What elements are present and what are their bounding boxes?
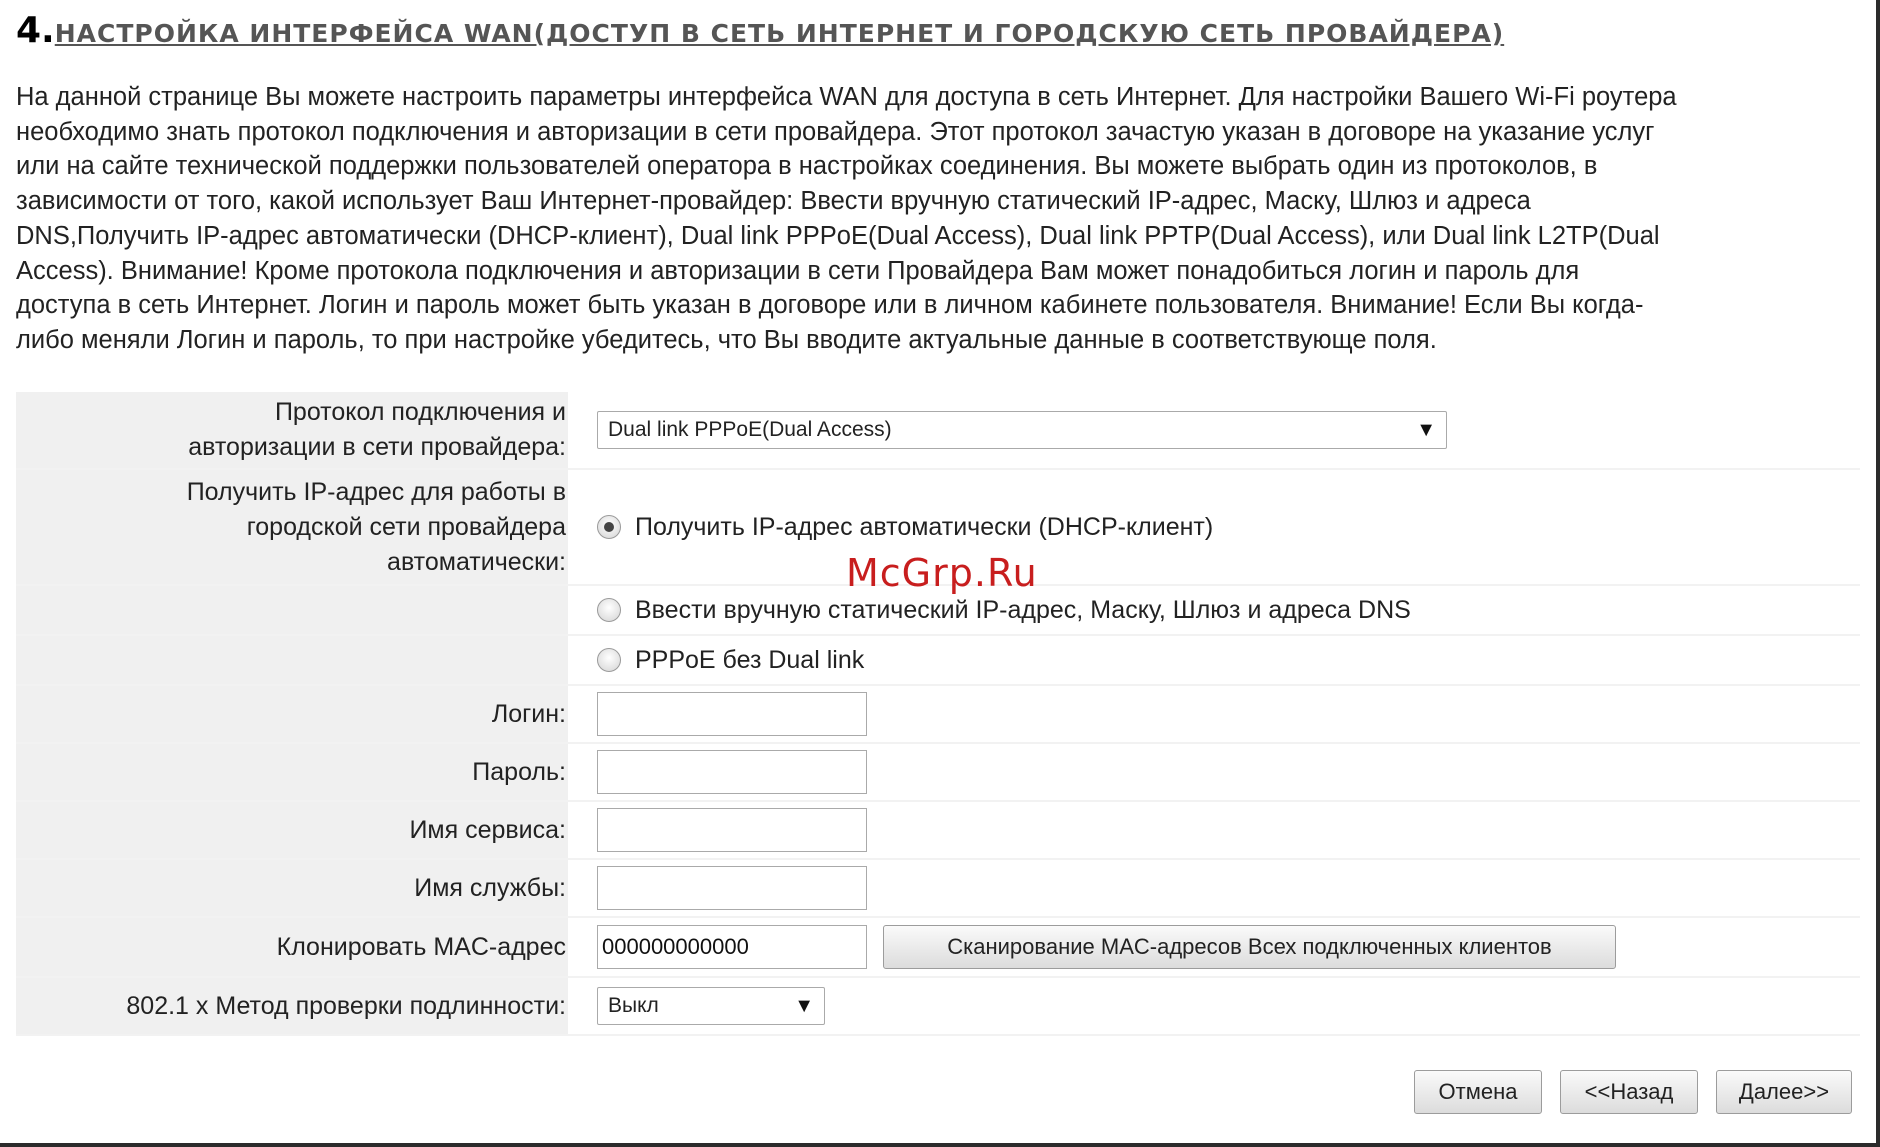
- back-button[interactable]: <<Назад: [1560, 1070, 1698, 1114]
- ip-mode-label-line: автоматически:: [387, 547, 566, 576]
- login-value-cell: [568, 686, 1860, 742]
- description-line: или на сайте технической поддержки польз…: [16, 152, 1598, 181]
- step-title: НАСТРОЙКА ИНТЕРФЕЙСА WAN(ДОСТУП В СЕТЬ И…: [54, 19, 1505, 48]
- mac-clone-value-cell: 000000000000 Сканирование MAC-адресов Вс…: [568, 918, 1860, 976]
- radio-pppoe-label: PPPoE без Dual link: [635, 645, 865, 674]
- auth-8021x-label: 802.1 x Метод проверки подлинности:: [16, 978, 568, 1034]
- protocol-select[interactable]: Dual link PPPoE(Dual Access) ▼: [597, 411, 1447, 449]
- description: На данной странице Вы можете настроить п…: [16, 80, 1861, 358]
- watermark: McGrp.Ru: [846, 551, 1038, 595]
- ip-mode-label: Получить IP-адрес для работы в городской…: [16, 470, 568, 584]
- password-row: Пароль:: [16, 744, 1860, 802]
- description-line: На данной странице Вы можете настроить п…: [16, 83, 1677, 111]
- protocol-selected-value: Dual link PPPoE(Dual Access): [608, 418, 892, 441]
- description-line: либо меняли Логин и пароль, то при настр…: [16, 325, 1437, 354]
- service-name-input[interactable]: [597, 808, 867, 852]
- radio-dhcp-label: Получить IP-адрес автоматически (DHCP-кл…: [635, 512, 1214, 541]
- chevron-down-icon: ▼: [1416, 419, 1436, 441]
- service-name-row: Имя сервиса:: [16, 802, 1860, 860]
- description-line: Access). Внимание! Кроме протокола подкл…: [16, 256, 1580, 285]
- auth-8021x-selected-value: Выкл: [608, 994, 659, 1017]
- mac-clone-row: Клонировать MAC-адрес 000000000000 Скани…: [16, 918, 1860, 978]
- login-label: Логин:: [16, 686, 568, 742]
- ip-mode-option-dhcp[interactable]: Получить IP-адрес автоматически (DHCP-кл…: [568, 470, 1860, 584]
- protocol-label-line: Протокол подключения и: [274, 398, 566, 426]
- service-row: Имя службы:: [16, 860, 1860, 918]
- service-name-label: Имя сервиса:: [16, 802, 568, 858]
- next-button[interactable]: Далее>>: [1716, 1070, 1852, 1114]
- chevron-down-icon: ▼: [794, 995, 814, 1017]
- mac-clone-label: Клонировать MAC-адрес: [16, 918, 568, 976]
- protocol-row: Протокол подключения и авторизации в сет…: [16, 392, 1860, 470]
- empty-label: [16, 636, 568, 684]
- service-name-value-cell: [568, 802, 1860, 858]
- login-row: Логин:: [16, 686, 1860, 744]
- ip-mode-label-line: городской сети провайдера: [246, 512, 566, 541]
- login-input[interactable]: [597, 692, 867, 736]
- description-line: DNS,Получить IP-адрес автоматически (DHC…: [16, 221, 1660, 250]
- password-value-cell: [568, 744, 1860, 800]
- auth-8021x-row: 802.1 x Метод проверки подлинности: Выкл…: [16, 978, 1860, 1036]
- wan-settings-form: Протокол подключения и авторизации в сет…: [16, 392, 1860, 1036]
- description-line: доступа в сеть Интернет. Логин и пароль …: [16, 291, 1644, 320]
- ip-mode-label-line: Получить IP-адрес для работы в: [186, 477, 566, 506]
- protocol-label-line: авторизации в сети провайдера:: [188, 433, 566, 461]
- protocol-label: Протокол подключения и авторизации в сет…: [16, 392, 568, 468]
- description-line: необходимо знать протокол подключения и …: [16, 117, 1655, 146]
- protocol-value-cell: Dual link PPPoE(Dual Access) ▼: [568, 392, 1860, 468]
- radio-pppoe[interactable]: [597, 648, 621, 672]
- ip-mode-pppoe-row: PPPoE без Dual link: [16, 636, 1860, 686]
- service-input[interactable]: [597, 866, 867, 910]
- radio-static[interactable]: [597, 598, 621, 622]
- ip-mode-option-pppoe[interactable]: PPPoE без Dual link: [568, 636, 1860, 684]
- service-value-cell: [568, 860, 1860, 916]
- auth-8021x-value-cell: Выкл ▼: [568, 978, 1860, 1034]
- auth-8021x-select[interactable]: Выкл ▼: [597, 987, 825, 1025]
- mac-address-input[interactable]: 000000000000: [597, 925, 867, 969]
- scan-mac-button[interactable]: Сканирование MAC-адресов Всех подключенн…: [883, 925, 1616, 969]
- password-input[interactable]: [597, 750, 867, 794]
- radio-static-label: Ввести вручную статический IP-адрес, Мас…: [635, 595, 1411, 624]
- page-title: 4.НАСТРОЙКА ИНТЕРФЕЙСА WAN(ДОСТУП В СЕТЬ…: [16, 10, 1504, 51]
- step-number: 4.: [16, 10, 55, 51]
- radio-dhcp[interactable]: [597, 515, 621, 539]
- password-label: Пароль:: [16, 744, 568, 800]
- service-label: Имя службы:: [16, 860, 568, 916]
- description-line: зависимости от того, какой использует Ва…: [16, 187, 1531, 216]
- cancel-button[interactable]: Отмена: [1414, 1070, 1542, 1114]
- empty-label: [16, 586, 568, 634]
- ip-mode-option-static[interactable]: Ввести вручную статический IP-адрес, Мас…: [568, 586, 1860, 634]
